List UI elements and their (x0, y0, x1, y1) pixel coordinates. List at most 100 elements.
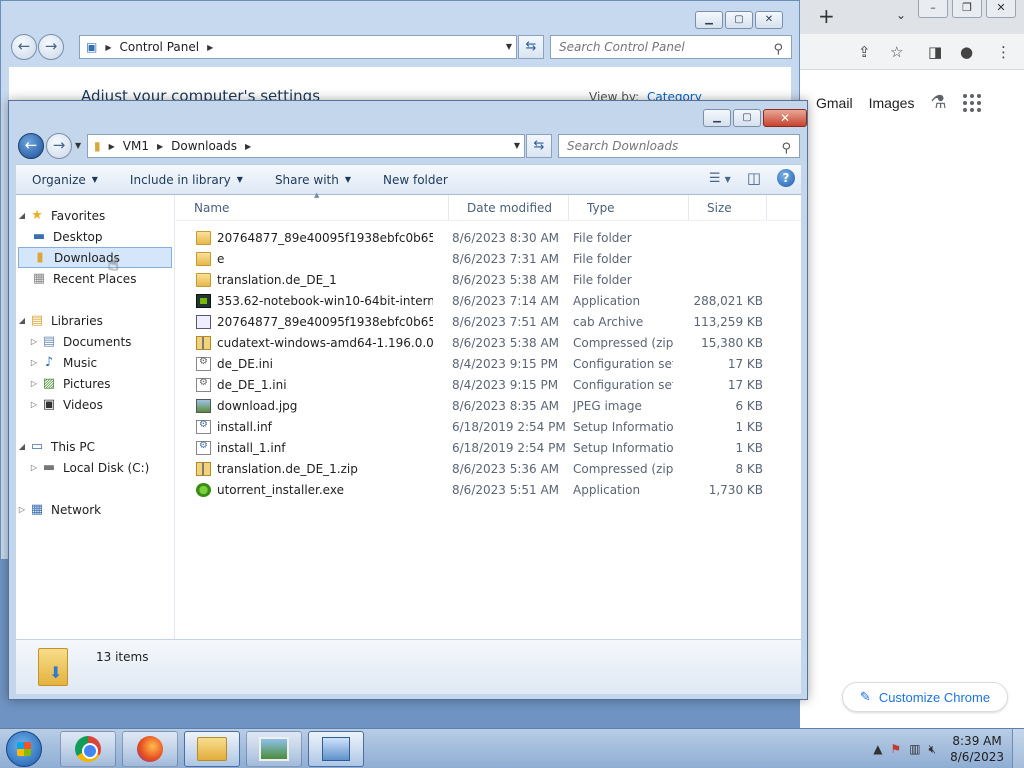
action-center-flag-icon[interactable]: ⚑ (890, 742, 901, 756)
nav-videos[interactable]: ▷ ▣ Videos (16, 394, 174, 415)
cp-minimize-button[interactable]: ▁ (695, 11, 723, 29)
nav-libraries[interactable]: ◢ ▤ Libraries (16, 310, 174, 331)
table-row[interactable]: install_1.inf 6/18/2019 2:54 PM Setup Info… (176, 437, 801, 458)
share-icon[interactable]: ⇪ (858, 43, 871, 61)
file-name-cell[interactable]: de_DE.ini (176, 356, 433, 371)
customize-chrome-button[interactable]: ✎ Customize Chrome (842, 682, 1008, 712)
file-name-cell[interactable]: de_DE_1.ini (176, 377, 433, 392)
help-icon[interactable]: ? (777, 169, 795, 187)
table-row[interactable]: translation.de_DE_1 8/6/2023 5:38 AM File … (176, 269, 801, 290)
collapsed-triangle-icon[interactable]: ▷ (16, 505, 28, 514)
new-tab-button[interactable]: + (818, 6, 835, 26)
taskbar-photos[interactable] (246, 731, 302, 767)
address-bar[interactable]: ▮ ▶ VM1 ▶ Downloads ▶ ▼ (87, 134, 525, 158)
cp-forward-button[interactable]: → (38, 34, 64, 60)
column-name[interactable]: Name (176, 195, 449, 220)
column-type[interactable]: Type (569, 195, 689, 220)
network-icon[interactable]: ▥ (909, 742, 920, 756)
column-date-modified[interactable]: Date modified (449, 195, 569, 220)
close-button[interactable]: ✕ (763, 109, 807, 127)
file-name-cell[interactable]: translation.de_DE_1 (176, 272, 433, 287)
change-view-icon[interactable]: ☰ ▼ (709, 171, 731, 186)
table-row[interactable]: utorrent_installer.exe 8/6/2023 5:51 AM Ap… (176, 479, 801, 500)
chrome-close-button[interactable]: ✕ (986, 0, 1016, 18)
nav-pictures[interactable]: ▷ ▨ Pictures (16, 373, 174, 394)
menu-icon[interactable]: ⋮ (996, 43, 1011, 61)
show-desktop-button[interactable] (1012, 729, 1024, 768)
organize-button[interactable]: Organize ▼ (16, 165, 114, 194)
cp-search-box[interactable]: ⚲ (550, 35, 792, 59)
cp-close-button[interactable]: ✕ (755, 11, 783, 29)
tab-search-chevron-icon[interactable]: ⌄ (896, 8, 906, 22)
table-row[interactable]: 20764877_89e40095f1938ebfc0b65b823fb... 8… (176, 311, 801, 332)
volume-muted-icon[interactable]: 🔇︎ (929, 742, 937, 757)
forward-button[interactable]: → (46, 133, 72, 159)
preview-pane-icon[interactable]: ◫ (747, 169, 761, 187)
taskbar-firefox[interactable] (122, 731, 178, 767)
table-row[interactable]: 353.62-notebook-win10-64bit-internatio..… (176, 290, 801, 311)
table-row[interactable]: cudatext-windows-amd64-1.196.0.0.zip 8/6/… (176, 332, 801, 353)
table-row[interactable]: install.inf 6/18/2019 2:54 PM Setup Inform… (176, 416, 801, 437)
search-box[interactable]: ⚲ (558, 134, 800, 158)
collapsed-triangle-icon[interactable]: ▷ (28, 463, 40, 472)
maximize-button[interactable]: ▢ (733, 109, 761, 127)
cp-search-input[interactable] (559, 36, 759, 58)
chevron-down-icon[interactable]: ▼ (514, 141, 520, 150)
share-with-button[interactable]: Share with ▼ (259, 165, 367, 194)
labs-flask-icon[interactable]: ⚗ (930, 92, 946, 113)
file-name-cell[interactable]: 20764877_89e40095f1938ebfc0b65b823fb... (176, 314, 433, 329)
file-name-cell[interactable]: cudatext-windows-amd64-1.196.0.0.zip (176, 335, 433, 350)
cp-back-button[interactable]: ← (11, 34, 37, 60)
start-button[interactable] (6, 731, 42, 767)
new-folder-button[interactable]: New folder (367, 165, 464, 194)
file-name-cell[interactable]: translation.de_DE_1.zip (176, 461, 433, 476)
breadcrumb-vm1[interactable]: VM1 (123, 139, 149, 153)
expanded-triangle-icon[interactable]: ◢ (16, 316, 28, 325)
taskbar-control-panel[interactable] (308, 731, 364, 767)
nav-desktop[interactable]: ▬ Desktop (16, 226, 174, 247)
nav-recent-places[interactable]: ▦ Recent Places (16, 268, 174, 289)
clock[interactable]: 8:39 AM 8/6/2023 (950, 733, 1004, 765)
expanded-triangle-icon[interactable]: ◢ (16, 442, 28, 451)
table-row[interactable]: 20764877_89e40095f1938ebfc0b65b823fb... 8… (176, 227, 801, 248)
images-link[interactable]: Images (869, 95, 915, 111)
cp-address-bar[interactable]: ▣ ▶ Control Panel ▶ ▼ (79, 35, 517, 59)
include-in-library-button[interactable]: Include in library ▼ (114, 165, 259, 194)
nav-music[interactable]: ▷ ♪ Music (16, 352, 174, 373)
cp-maximize-button[interactable]: ▢ (725, 11, 753, 29)
file-name-cell[interactable]: download.jpg (176, 398, 433, 413)
collapsed-triangle-icon[interactable]: ▷ (28, 337, 40, 346)
table-row[interactable]: e 8/6/2023 7:31 AM File folder (176, 248, 801, 269)
cp-refresh-button[interactable]: ⇆ (518, 35, 544, 59)
expanded-triangle-icon[interactable]: ◢ (16, 211, 28, 220)
search-input[interactable] (567, 135, 767, 157)
column-size[interactable]: Size (689, 195, 767, 220)
table-row[interactable]: translation.de_DE_1.zip 8/6/2023 5:36 AM C… (176, 458, 801, 479)
taskbar-explorer[interactable] (184, 731, 240, 767)
file-name-cell[interactable]: e (176, 251, 433, 266)
nav-downloads[interactable]: ▮ Downloads (18, 247, 172, 268)
recent-pages-chevron-icon[interactable]: ▼ (75, 141, 81, 150)
gmail-link[interactable]: Gmail (816, 95, 853, 111)
collapsed-triangle-icon[interactable]: ▷ (28, 400, 40, 409)
nav-favorites[interactable]: ◢ ★ Favorites (16, 205, 174, 226)
table-row[interactable]: de_DE.ini 8/4/2023 9:15 PM Configuration s… (176, 353, 801, 374)
breadcrumb-downloads[interactable]: Downloads (171, 139, 237, 153)
file-name-cell[interactable]: utorrent_installer.exe (176, 482, 433, 497)
taskbar-chrome[interactable] (60, 731, 116, 767)
file-name-cell[interactable]: 353.62-notebook-win10-64bit-internatio..… (176, 293, 433, 308)
minimize-button[interactable]: ▁ (703, 109, 731, 127)
chevron-down-icon[interactable]: ▼ (506, 42, 512, 51)
sidebar-icon[interactable]: ◨ (928, 43, 942, 61)
table-row[interactable]: de_DE_1.ini 8/4/2023 9:15 PM Configuration… (176, 374, 801, 395)
nav-network[interactable]: ▷ ▦ Network (16, 499, 174, 520)
collapsed-triangle-icon[interactable]: ▷ (28, 379, 40, 388)
profile-icon[interactable]: ● (960, 43, 973, 61)
cp-breadcrumb-item[interactable]: Control Panel (120, 40, 200, 54)
file-name-cell[interactable]: 20764877_89e40095f1938ebfc0b65b823fb... (176, 230, 433, 245)
refresh-button[interactable]: ⇆ (526, 134, 552, 158)
file-name-cell[interactable]: install_1.inf (176, 440, 433, 455)
nav-documents[interactable]: ▷ ▤ Documents (16, 331, 174, 352)
file-name-cell[interactable]: install.inf (176, 419, 433, 434)
nav-local-disk[interactable]: ▷ ▬ Local Disk (C:) (16, 457, 174, 478)
